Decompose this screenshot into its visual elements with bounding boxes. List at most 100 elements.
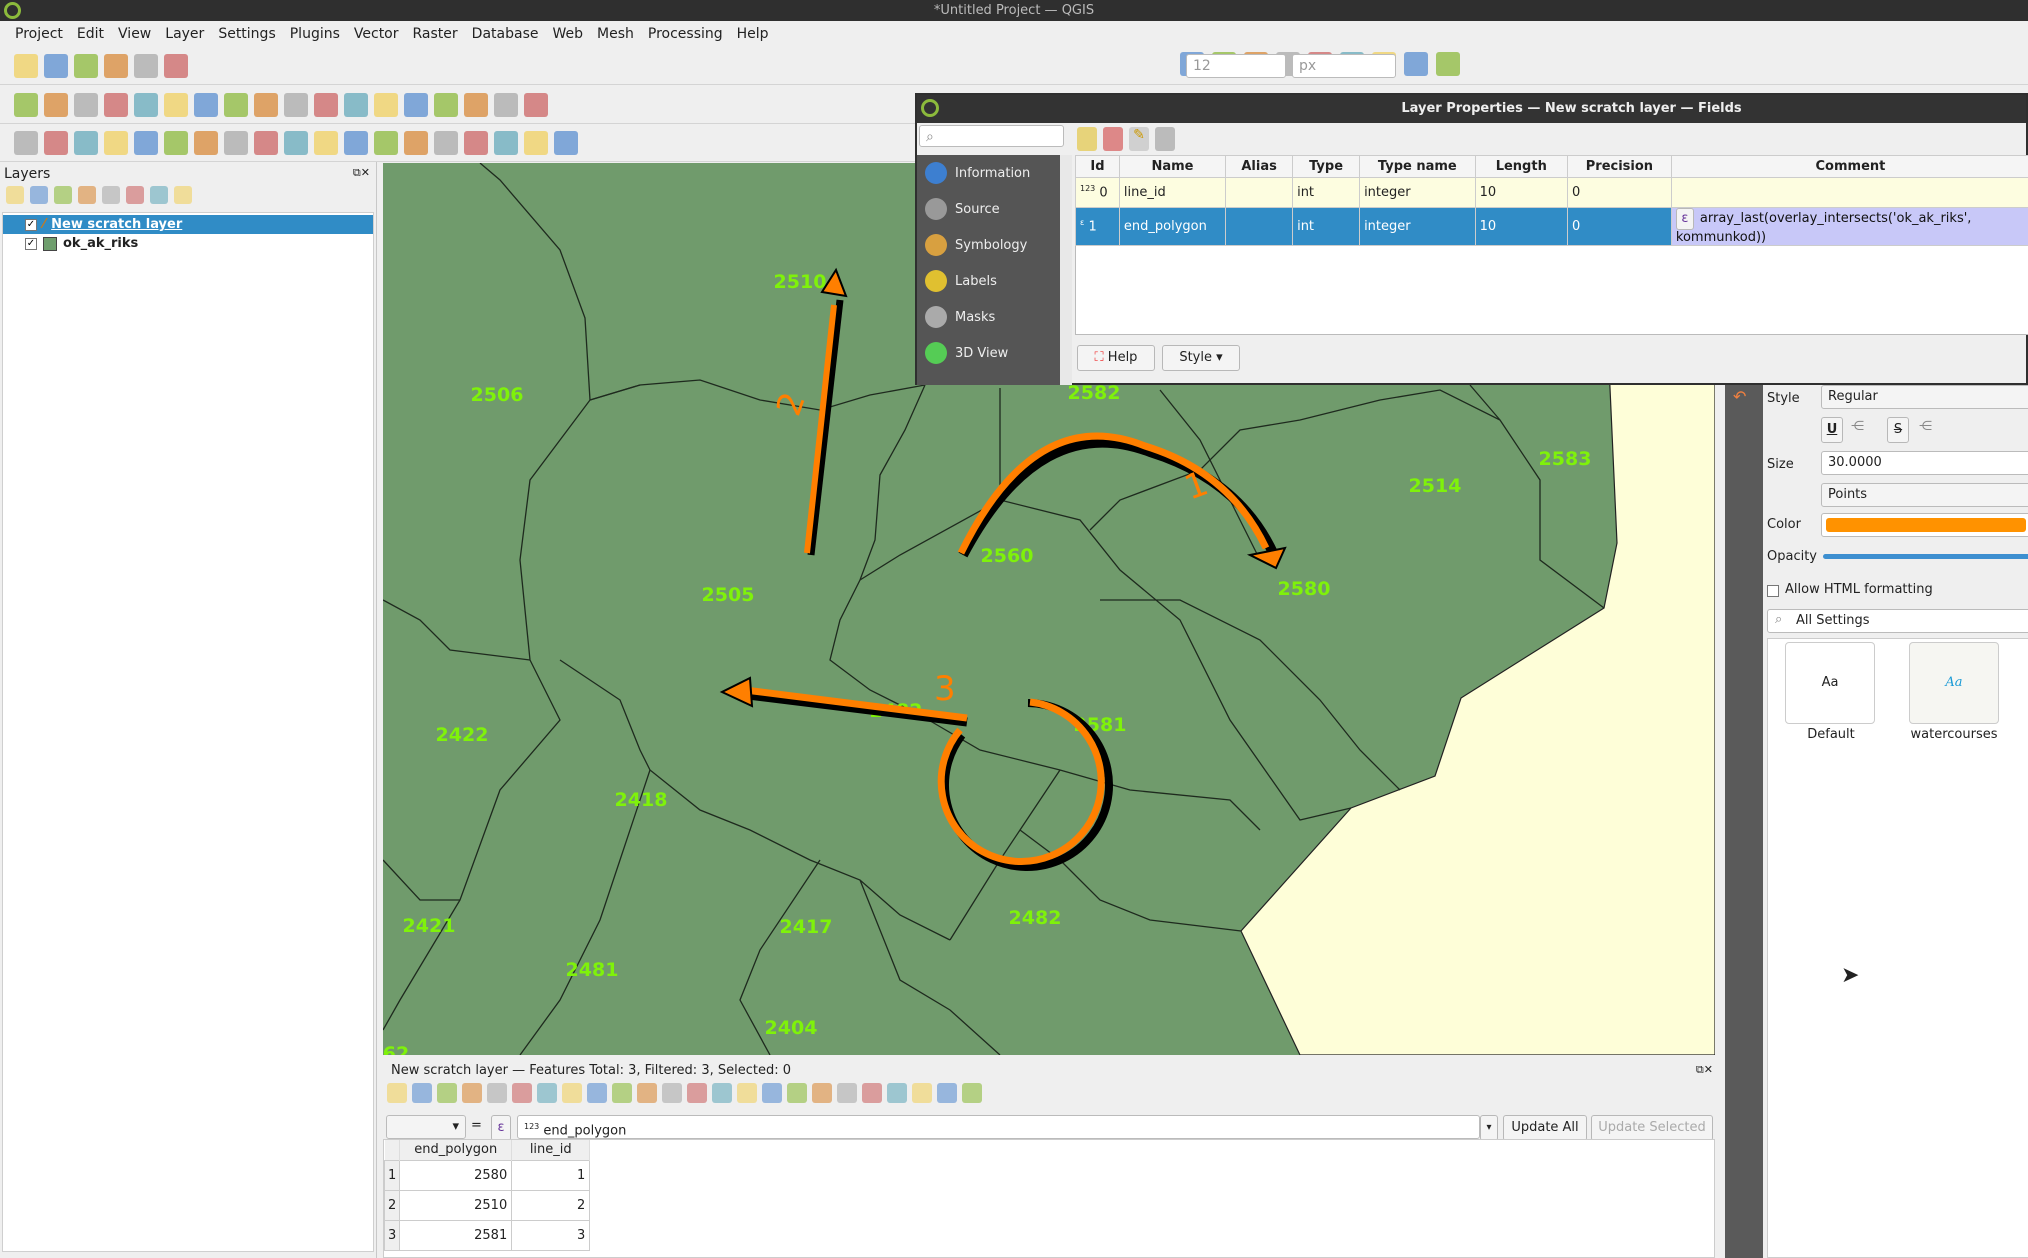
row-header[interactable]: 3 xyxy=(383,1219,401,1251)
font-size-input[interactable]: 30.0000 xyxy=(1821,451,2028,475)
field-precision-cell[interactable]: 0 xyxy=(1566,207,1672,246)
style-menu-button[interactable]: Style ▾ xyxy=(1162,345,1240,371)
field-comment-cell[interactable] xyxy=(1670,177,2028,208)
underline-override-icon[interactable]: ⋲ xyxy=(1851,419,1864,434)
menu-processing[interactable]: Processing xyxy=(641,21,730,47)
settings-search-input[interactable]: All Settings xyxy=(1767,609,2028,633)
save-as-icon[interactable] xyxy=(104,53,128,78)
pan-icon[interactable] xyxy=(164,130,188,155)
pan-to-selection-icon[interactable] xyxy=(194,130,218,155)
field-alias-cell[interactable] xyxy=(1225,177,1294,208)
sidebar-item-masks[interactable]: Masks xyxy=(917,299,1062,335)
preset-default[interactable]: Aa xyxy=(1785,642,1875,724)
move-selection-to-top-icon[interactable] xyxy=(712,1083,732,1103)
add-feature-icon[interactable] xyxy=(487,1083,507,1103)
conditional-formatting-icon[interactable] xyxy=(912,1083,932,1103)
pin-labels-icon[interactable] xyxy=(494,92,518,117)
layer-item-ok-ak-riks[interactable]: ✓ ok_ak_riks xyxy=(3,234,373,253)
add-postgis-icon[interactable] xyxy=(134,130,158,155)
field-row[interactable]: ε 1 end_polygon int integer 10 0 ε array_last(o… xyxy=(1075,207,2028,246)
zoom-next-icon[interactable] xyxy=(434,130,458,155)
open-project-icon[interactable] xyxy=(44,53,68,78)
field-length-cell[interactable]: 10 xyxy=(1474,207,1568,246)
new-virtual-layer-icon[interactable] xyxy=(134,92,158,117)
new-project-icon[interactable] xyxy=(14,53,38,78)
field-type-cell[interactable]: int xyxy=(1292,177,1361,208)
field-name-cell[interactable]: line_id xyxy=(1118,177,1227,208)
sidebar-item-information[interactable]: Information xyxy=(917,155,1062,191)
table-row[interactable]: 3 2581 3 xyxy=(383,1219,591,1251)
table-cell[interactable]: 2 xyxy=(511,1189,591,1221)
menu-raster[interactable]: Raster xyxy=(406,21,465,47)
paste-icon[interactable] xyxy=(344,92,368,117)
new-temp-layer-icon[interactable] xyxy=(104,92,128,117)
strikeout-override-icon[interactable]: ⋲ xyxy=(1919,419,1932,434)
style-manager-icon[interactable] xyxy=(6,186,24,204)
copy-icon[interactable] xyxy=(562,1083,582,1103)
organize-columns-icon[interactable] xyxy=(862,1083,882,1103)
color-button[interactable] xyxy=(1821,513,2028,537)
table-cell[interactable]: 2580 xyxy=(399,1159,513,1191)
expression-dropdown[interactable]: ▾ xyxy=(1480,1115,1498,1141)
table-cell[interactable]: 2581 xyxy=(399,1219,513,1251)
zoom-in-icon[interactable] xyxy=(224,130,248,155)
temporal-controller-icon[interactable] xyxy=(524,130,548,155)
toggle-editing-icon[interactable]: ✎ xyxy=(1129,127,1149,151)
table-row[interactable]: 2 2510 2 xyxy=(383,1189,591,1221)
menu-vector[interactable]: Vector xyxy=(347,21,406,47)
label-icon[interactable] xyxy=(434,92,458,117)
table-cell[interactable]: 3 xyxy=(511,1219,591,1251)
column-header-end_polygon[interactable]: end_polygon xyxy=(399,1140,513,1160)
menu-view[interactable]: View xyxy=(111,21,158,47)
invert-selection-icon[interactable] xyxy=(662,1083,682,1103)
menu-mesh[interactable]: Mesh xyxy=(590,21,641,47)
expression-builder-button[interactable]: ε xyxy=(491,1115,511,1141)
deselect-icon[interactable] xyxy=(687,1083,707,1103)
row-header[interactable]: 1 xyxy=(383,1159,401,1191)
expand-all-icon[interactable] xyxy=(126,186,144,204)
select-by-expression-icon[interactable] xyxy=(612,1083,632,1103)
update-all-button[interactable]: Update All xyxy=(1503,1115,1587,1141)
field-type-name-cell[interactable]: integer xyxy=(1359,177,1476,208)
deselect-icon[interactable] xyxy=(74,130,98,155)
menu-help[interactable]: Help xyxy=(730,21,776,47)
new-bookmark-icon[interactable] xyxy=(464,130,488,155)
new-field-icon[interactable] xyxy=(812,1083,832,1103)
field-comment-cell[interactable]: ε array_last(overlay_intersects('ok_ak_ri… xyxy=(1670,207,2028,246)
print-layout-icon[interactable] xyxy=(134,53,158,78)
show-bookmarks-icon[interactable] xyxy=(494,130,518,155)
field-name-cell[interactable]: end_polygon xyxy=(1118,207,1227,246)
panel-close-icon[interactable]: ⧉✕ xyxy=(1696,1063,1713,1077)
zoom-full-icon[interactable] xyxy=(284,130,308,155)
remove-layer-icon[interactable] xyxy=(174,186,192,204)
column-header-line_id[interactable]: line_id xyxy=(511,1140,591,1160)
column-header[interactable]: Type xyxy=(1292,155,1361,178)
menu-settings[interactable]: Settings xyxy=(211,21,282,47)
diagram-icon[interactable] xyxy=(464,92,488,117)
cut-icon[interactable] xyxy=(537,1083,557,1103)
sidebar-item-labels[interactable]: Labels xyxy=(917,263,1062,299)
style-manager-icon[interactable] xyxy=(164,53,188,78)
column-header[interactable]: Alias xyxy=(1225,155,1294,178)
filter-by-expression-icon[interactable] xyxy=(102,186,120,204)
reload-icon[interactable] xyxy=(462,1083,482,1103)
filter-legend-icon[interactable] xyxy=(78,186,96,204)
allow-html-checkbox[interactable] xyxy=(1767,585,1779,597)
select-features-icon[interactable] xyxy=(14,130,38,155)
field-calculator-icon[interactable] xyxy=(887,1083,907,1103)
copy-icon[interactable] xyxy=(314,92,338,117)
snapping-unit-select[interactable]: px xyxy=(1292,54,1396,78)
paste-icon[interactable] xyxy=(587,1083,607,1103)
snapping-tolerance-input[interactable]: 12 xyxy=(1186,54,1286,78)
layer-visibility-checkbox[interactable]: ✓ xyxy=(25,218,37,231)
field-row[interactable]: 123 0 line_id int integer 10 0 xyxy=(1075,177,2028,208)
new-shapefile-icon[interactable] xyxy=(74,92,98,117)
toggle-editing-icon[interactable] xyxy=(387,1083,407,1103)
show-hide-labels-icon[interactable] xyxy=(524,92,548,117)
underline-button[interactable]: U xyxy=(1821,417,1843,443)
new-geopackage-icon[interactable] xyxy=(44,92,68,117)
field-length-cell[interactable]: 10 xyxy=(1474,177,1568,208)
zoom-to-selected-icon[interactable] xyxy=(787,1083,807,1103)
menu-edit[interactable]: Edit xyxy=(70,21,111,47)
table-cell[interactable]: 2510 xyxy=(399,1189,513,1221)
